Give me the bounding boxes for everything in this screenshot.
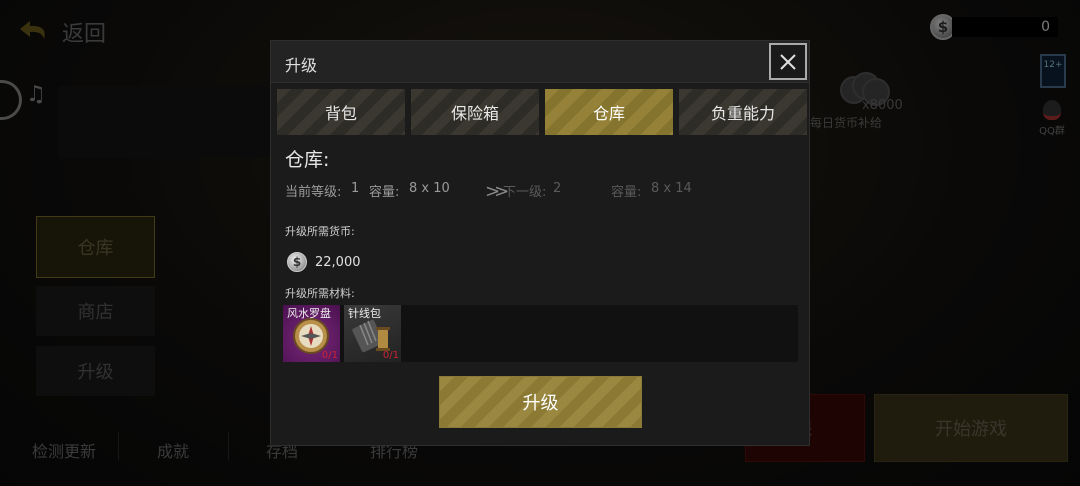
material-name: 风水罗盘 bbox=[287, 307, 331, 320]
close-icon bbox=[780, 53, 796, 70]
next-capacity: 8 x 14 bbox=[651, 181, 692, 196]
current-capacity: 8 x 10 bbox=[409, 181, 450, 196]
tab-warehouse[interactable]: 仓库 bbox=[545, 89, 673, 135]
material-item[interactable]: 针线包 0/1 bbox=[344, 305, 401, 362]
tab-safe-box[interactable]: 保险箱 bbox=[411, 89, 539, 135]
material-count: 0/1 bbox=[321, 350, 338, 361]
required-materials-label: 升级所需材料: bbox=[285, 287, 355, 300]
required-currency-label: 升级所需货币: bbox=[285, 225, 355, 238]
next-level-value: 2 bbox=[553, 181, 562, 196]
dialog-title: 升级 bbox=[285, 56, 318, 75]
upgrade-tabs: 背包 保险箱 仓库 负重能力 bbox=[277, 89, 807, 135]
upgrade-dialog: 升级 背包 保险箱 仓库 负重能力 仓库: 当前等级: 1 容量: 8 x 10… bbox=[270, 40, 810, 446]
level-info: 当前等级: 1 容量: 8 x 10 >> 下一级: 2 容量: 8 x 14 bbox=[285, 181, 805, 202]
dialog-header: 升级 bbox=[271, 41, 809, 83]
tab-backpack[interactable]: 背包 bbox=[277, 89, 405, 135]
material-item[interactable]: 风水罗盘 0/1 bbox=[283, 305, 340, 362]
materials-list: 风水罗盘 0/1 针线包 0/1 bbox=[283, 305, 798, 362]
double-chevron-right-icon: >> bbox=[485, 181, 509, 202]
current-level-label: 当前等级: bbox=[285, 185, 342, 200]
close-button[interactable] bbox=[769, 43, 807, 80]
section-title: 仓库: bbox=[285, 149, 330, 171]
upgrade-button[interactable]: 升级 bbox=[439, 376, 642, 428]
current-level-value: 1 bbox=[351, 181, 360, 196]
price-value: 22,000 bbox=[315, 254, 361, 270]
silver-coin-icon: $ bbox=[287, 252, 307, 272]
upgrade-price: $ 22,000 bbox=[287, 252, 361, 272]
next-level-label: 下一级: bbox=[503, 185, 547, 200]
tab-carry-capacity[interactable]: 负重能力 bbox=[679, 89, 807, 135]
capacity-label: 容量: bbox=[369, 185, 400, 200]
material-name: 针线包 bbox=[348, 307, 381, 320]
material-count: 0/1 bbox=[382, 350, 399, 361]
next-capacity-label: 容量: bbox=[611, 185, 642, 200]
